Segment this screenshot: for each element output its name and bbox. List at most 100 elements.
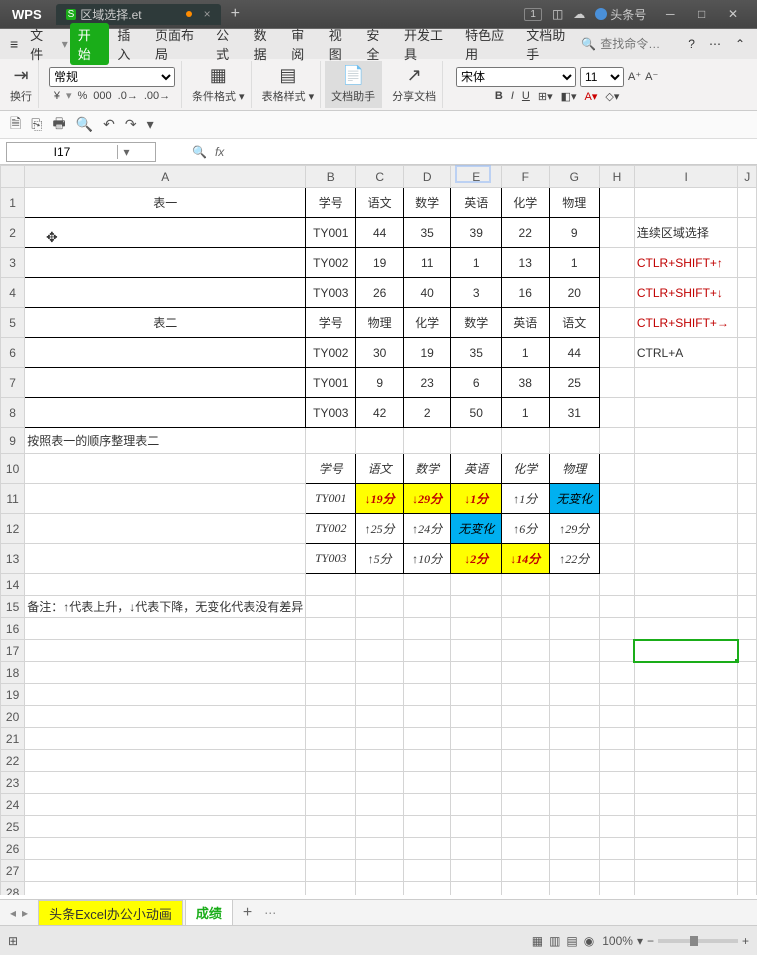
row-header-5[interactable]: 5 [1, 308, 25, 338]
cell-F16[interactable] [501, 618, 549, 640]
cell-A14[interactable] [25, 574, 306, 596]
help-button[interactable]: ? [682, 37, 701, 51]
row-header-28[interactable]: 28 [1, 882, 25, 896]
cell-E7[interactable]: 6 [451, 368, 502, 398]
cell-B15[interactable] [306, 596, 356, 618]
cell-F21[interactable] [501, 728, 549, 750]
cell-H9[interactable] [600, 428, 635, 454]
cell-A17[interactable] [25, 640, 306, 662]
cell-B2[interactable]: TY001 [306, 218, 356, 248]
add-sheet-button[interactable]: + [235, 904, 260, 922]
sheet-tab-1[interactable]: 头条Excel办公小动画 [38, 900, 183, 926]
cell-E13[interactable]: ↓2分 [451, 544, 502, 574]
formula-input[interactable] [232, 145, 757, 159]
cell-D15[interactable] [403, 596, 451, 618]
cell-A20[interactable] [25, 706, 306, 728]
cell-E22[interactable] [451, 750, 502, 772]
underline-button[interactable]: U [522, 90, 530, 102]
cell-A8[interactable] [25, 398, 306, 428]
cell-E9[interactable] [451, 428, 502, 454]
cell-E20[interactable] [451, 706, 502, 728]
cell-A11[interactable] [25, 484, 306, 514]
cell-G5[interactable]: 语文 [549, 308, 600, 338]
qat-preview-icon[interactable]: 🔍 [76, 116, 93, 133]
cell-D2[interactable]: 35 [403, 218, 451, 248]
cell-A4[interactable] [25, 278, 306, 308]
view-reading-icon[interactable]: ◉ [584, 934, 594, 948]
cell-J11[interactable] [738, 484, 757, 514]
cell-B9[interactable] [306, 428, 356, 454]
cell-F18[interactable] [501, 662, 549, 684]
cell-B3[interactable]: TY002 [306, 248, 356, 278]
cell-F17[interactable] [501, 640, 549, 662]
cell-F13[interactable]: ↓14分 [501, 544, 549, 574]
cell-B12[interactable]: TY002 [306, 514, 356, 544]
cell-A15[interactable]: 备注：↑代表上升，↓代表下降，无变化代表没有差异 [25, 596, 306, 618]
cell-E5[interactable]: 数学 [451, 308, 502, 338]
name-box[interactable]: ▾ [6, 142, 156, 162]
cell-C23[interactable] [356, 772, 404, 794]
col-header-G[interactable]: G [549, 166, 600, 188]
doc-assist-group[interactable]: 📄 文档助手 [325, 61, 382, 108]
name-box-dropdown[interactable]: ▾ [117, 145, 135, 159]
cell-A19[interactable] [25, 684, 306, 706]
view-pagebreak-icon[interactable]: ▤ [566, 934, 577, 948]
cell-H11[interactable] [600, 484, 635, 514]
cell-C4[interactable]: 26 [356, 278, 404, 308]
cell-D17[interactable] [403, 640, 451, 662]
cell-I12[interactable] [634, 514, 738, 544]
cell-C13[interactable]: ↑5分 [356, 544, 404, 574]
row-header-15[interactable]: 15 [1, 596, 25, 618]
cell-E27[interactable] [451, 860, 502, 882]
view-normal-icon[interactable]: ▦ [532, 934, 543, 948]
cell-J28[interactable] [738, 882, 757, 896]
cell-H25[interactable] [600, 816, 635, 838]
cell-E1[interactable]: 英语 [451, 188, 502, 218]
cell-I6[interactable]: CTRL+A [634, 338, 738, 368]
cell-E10[interactable]: 英语 [451, 454, 502, 484]
number-format-select[interactable]: 常规 [49, 67, 175, 87]
cell-F26[interactable] [501, 838, 549, 860]
cell-G24[interactable] [549, 794, 600, 816]
cell-J8[interactable] [738, 398, 757, 428]
cell-F8[interactable]: 1 [501, 398, 549, 428]
cell-A26[interactable] [25, 838, 306, 860]
cell-C12[interactable]: ↑25分 [356, 514, 404, 544]
cell-H7[interactable] [600, 368, 635, 398]
cell-D23[interactable] [403, 772, 451, 794]
row-header-14[interactable]: 14 [1, 574, 25, 596]
cell-E4[interactable]: 3 [451, 278, 502, 308]
cell-H23[interactable] [600, 772, 635, 794]
cell-F20[interactable] [501, 706, 549, 728]
row-header-26[interactable]: 26 [1, 838, 25, 860]
cell-J13[interactable] [738, 544, 757, 574]
cell-H26[interactable] [600, 838, 635, 860]
qat-saveas-icon[interactable]: ⎘ [31, 116, 42, 133]
qat-save-icon[interactable]: 🗎 [10, 113, 21, 137]
cell-C1[interactable]: 语文 [356, 188, 404, 218]
cell-B20[interactable] [306, 706, 356, 728]
col-header-B[interactable]: B [306, 166, 356, 188]
cell-F9[interactable] [501, 428, 549, 454]
cell-E19[interactable] [451, 684, 502, 706]
cell-C25[interactable] [356, 816, 404, 838]
select-all-corner[interactable] [1, 166, 25, 188]
cell-F27[interactable] [501, 860, 549, 882]
view-pagelayout-icon[interactable]: ▥ [549, 934, 560, 948]
search-input[interactable] [600, 37, 680, 51]
account[interactable]: 头条号 [595, 6, 646, 23]
cell-D7[interactable]: 23 [403, 368, 451, 398]
cell-D16[interactable] [403, 618, 451, 640]
cell-F1[interactable]: 化学 [501, 188, 549, 218]
cell-H13[interactable] [600, 544, 635, 574]
cell-J3[interactable] [738, 248, 757, 278]
cell-H14[interactable] [600, 574, 635, 596]
skin-icon[interactable]: ◫ [552, 7, 563, 21]
border-button[interactable]: ⊞▾ [538, 90, 553, 103]
cell-H2[interactable] [600, 218, 635, 248]
cell-H28[interactable] [600, 882, 635, 896]
cell-D3[interactable]: 11 [403, 248, 451, 278]
row-header-7[interactable]: 7 [1, 368, 25, 398]
cell-C18[interactable] [356, 662, 404, 684]
cell-B4[interactable]: TY003 [306, 278, 356, 308]
